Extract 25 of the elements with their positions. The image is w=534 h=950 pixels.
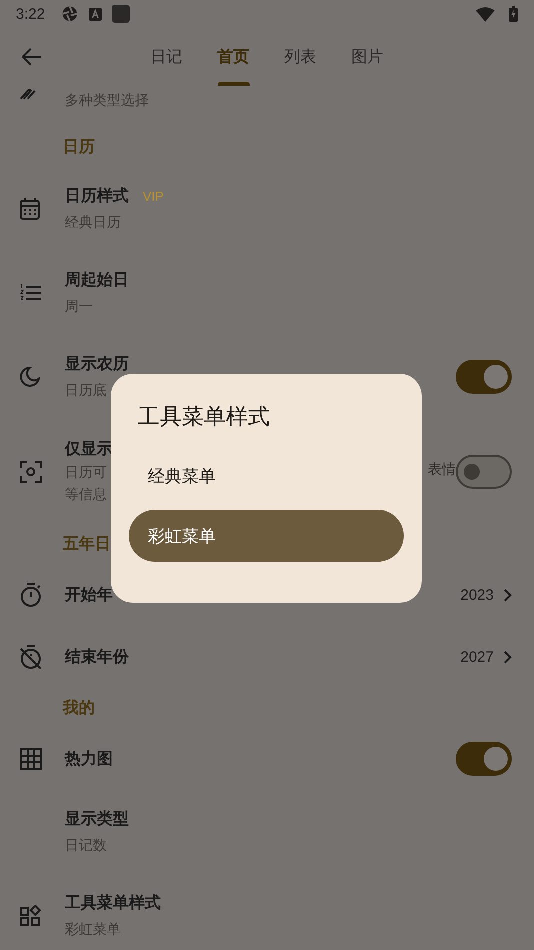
setting-subtitle: 多种类型选择 bbox=[65, 92, 149, 110]
setting-title: 显示类型 bbox=[65, 810, 129, 830]
setting-subtitle: 等信息 bbox=[65, 486, 107, 504]
setting-value: 2027 bbox=[460, 648, 494, 666]
setting-title: 结束年份 bbox=[65, 648, 129, 668]
setting-subtitle: 日记数 bbox=[65, 837, 107, 855]
vip-label: VIP bbox=[143, 189, 164, 204]
setting-title: 显示农历 bbox=[65, 354, 129, 375]
status-time: 3:22 bbox=[16, 6, 46, 22]
setting-subtitle: 周一 bbox=[65, 298, 93, 316]
setting-title: 开始年 bbox=[65, 586, 113, 606]
setting-subtitle: 日历可 bbox=[65, 464, 107, 482]
setting-title: 热力图 bbox=[65, 750, 113, 770]
setting-subtitle: 日历底 bbox=[65, 382, 107, 400]
setting-subtitle: 经典日历 bbox=[65, 214, 121, 232]
setting-title: 周起始日 bbox=[65, 270, 129, 291]
setting-title: 日历样式 bbox=[65, 186, 129, 207]
dialog-title: 工具菜单样式 bbox=[138, 403, 271, 431]
setting-title: 工具菜单样式 bbox=[65, 894, 161, 914]
section-header: 我的 bbox=[63, 698, 95, 718]
section-header: 五年日 bbox=[63, 534, 111, 554]
setting-value: 2023 bbox=[460, 586, 494, 604]
section-header: 日历 bbox=[63, 138, 95, 158]
setting-subtitle: 彩虹菜单 bbox=[65, 921, 121, 939]
setting-subtitle: 表情 bbox=[428, 461, 456, 479]
